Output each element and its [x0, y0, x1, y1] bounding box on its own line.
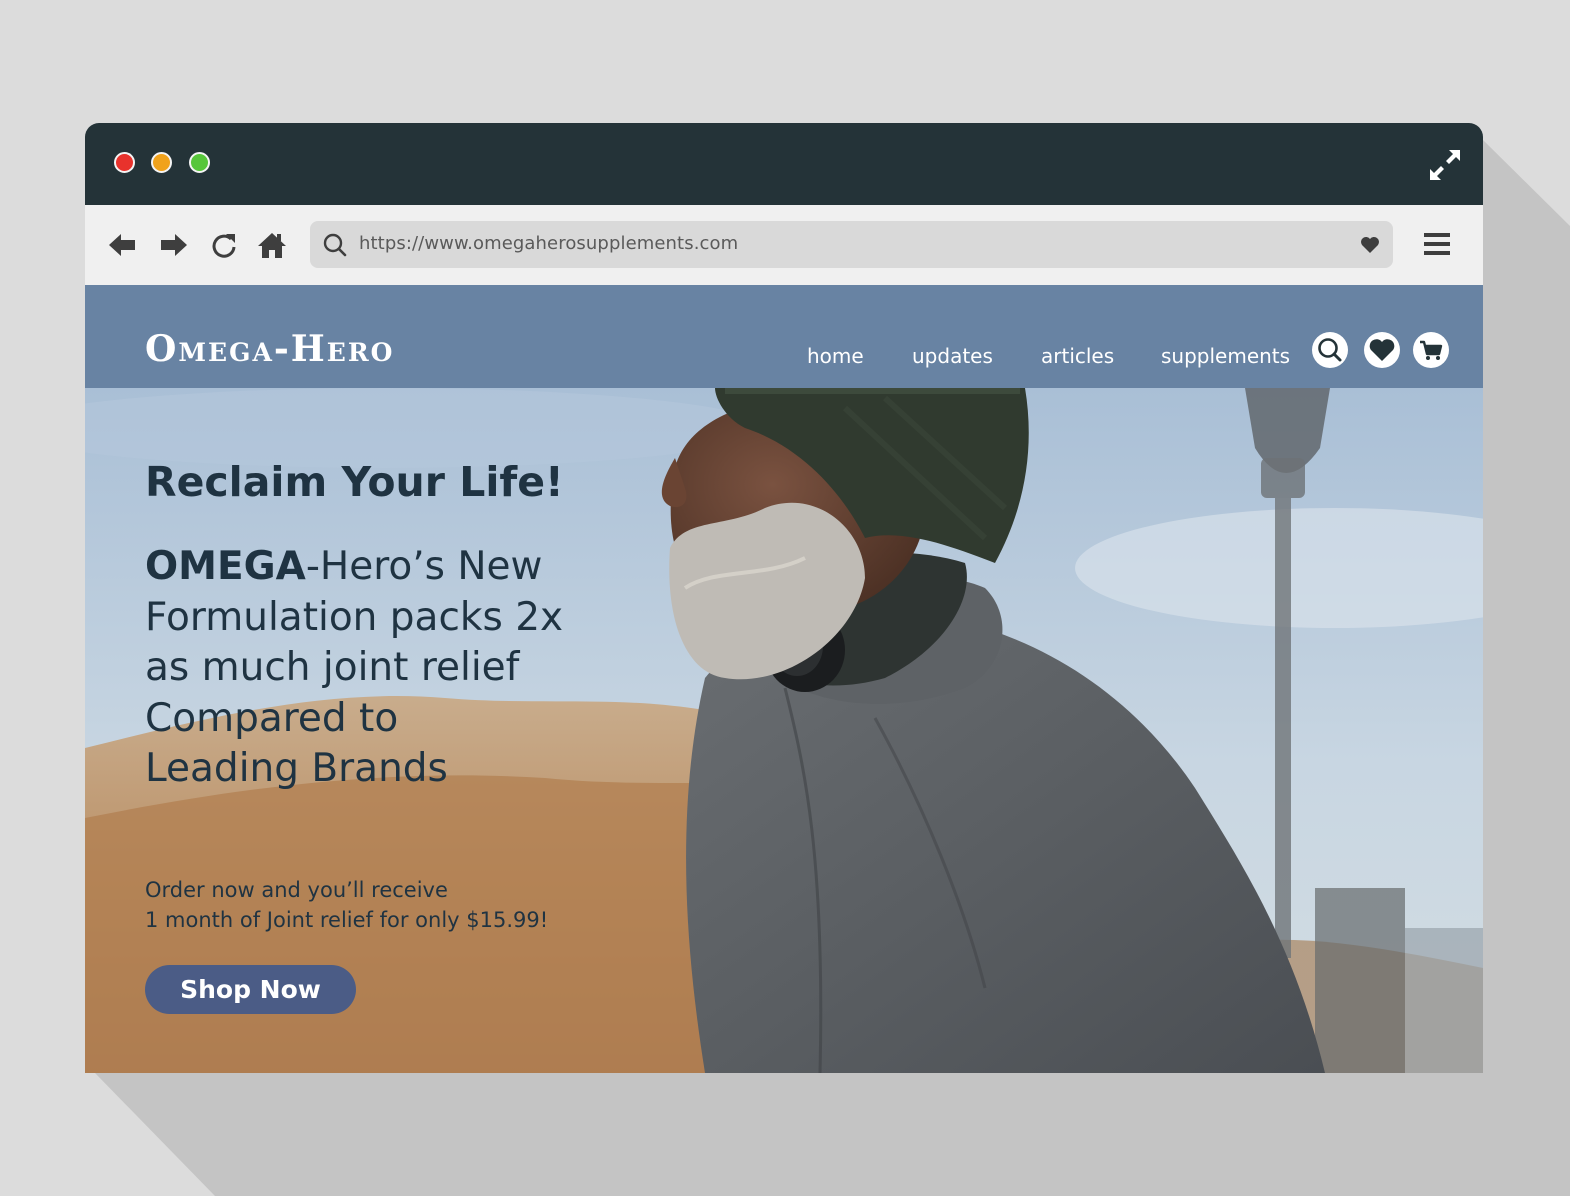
- close-dot[interactable]: [114, 152, 135, 173]
- nav-link-updates[interactable]: updates: [912, 343, 993, 369]
- website-viewport: Omega-Hero home updates articles supplem…: [85, 285, 1483, 1073]
- site-cart-button[interactable]: [1413, 332, 1449, 368]
- url-text: https://www.omegaherosupplements.com: [359, 233, 739, 254]
- nav-link-home[interactable]: home: [807, 343, 864, 369]
- heart-icon: [1369, 339, 1395, 361]
- home-icon[interactable]: [257, 230, 287, 260]
- site-header: Omega-Hero home updates articles supplem…: [85, 285, 1483, 388]
- hero-copy-line-1-rest: -Hero’s New: [305, 544, 543, 589]
- offer-line-2: 1 month of Joint relief for only $15.99!: [145, 908, 549, 932]
- hero-copy-line-5: Leading Brands: [145, 746, 448, 791]
- browser-titlebar: [85, 123, 1483, 205]
- hero-copy-line-1: OMEGA-Hero’s New: [145, 542, 665, 593]
- reload-icon[interactable]: [209, 230, 239, 260]
- search-icon: [1318, 338, 1342, 362]
- hero-copy-brand: OMEGA: [145, 544, 306, 589]
- shop-now-button[interactable]: Shop Now: [145, 965, 356, 1014]
- site-search-button[interactable]: [1312, 332, 1348, 368]
- hero-headline: Reclaim Your Life!: [145, 458, 564, 506]
- forward-arrow-icon[interactable]: [159, 230, 189, 260]
- browser-window: https://www.omegaherosupplements.com Ome…: [85, 123, 1483, 1073]
- hero-banner: Reclaim Your Life! OMEGA-Hero’s New Form…: [85, 388, 1483, 1073]
- browser-toolbar: https://www.omegaherosupplements.com: [85, 205, 1483, 285]
- cart-icon: [1420, 340, 1443, 360]
- nav-link-articles[interactable]: articles: [1041, 343, 1114, 369]
- hero-copy-line-3: as much joint relief: [145, 645, 520, 690]
- page-canvas: https://www.omegaherosupplements.com Ome…: [0, 0, 1570, 1196]
- offer-text: Order now and you’ll receive 1 month of …: [145, 875, 665, 935]
- site-logo[interactable]: Omega-Hero: [145, 329, 394, 369]
- offer-line-1: Order now and you’ll receive: [145, 878, 448, 902]
- site-wishlist-button[interactable]: [1364, 332, 1400, 368]
- address-bar[interactable]: https://www.omegaherosupplements.com: [310, 221, 1393, 268]
- maximize-dot[interactable]: [189, 152, 210, 173]
- hamburger-menu-icon[interactable]: [1423, 230, 1451, 258]
- search-icon: [323, 233, 347, 257]
- hero-copy: OMEGA-Hero’s New Formulation packs 2x as…: [145, 542, 665, 795]
- nav-link-supplements[interactable]: supplements: [1161, 343, 1290, 369]
- back-arrow-icon[interactable]: [107, 230, 137, 260]
- hero-copy-line-4: Compared to: [145, 695, 399, 741]
- expand-icon[interactable]: [1429, 149, 1461, 181]
- minimize-dot[interactable]: [151, 152, 172, 173]
- heart-icon[interactable]: [1359, 234, 1381, 256]
- hero-copy-line-2: Formulation packs 2x: [145, 594, 564, 640]
